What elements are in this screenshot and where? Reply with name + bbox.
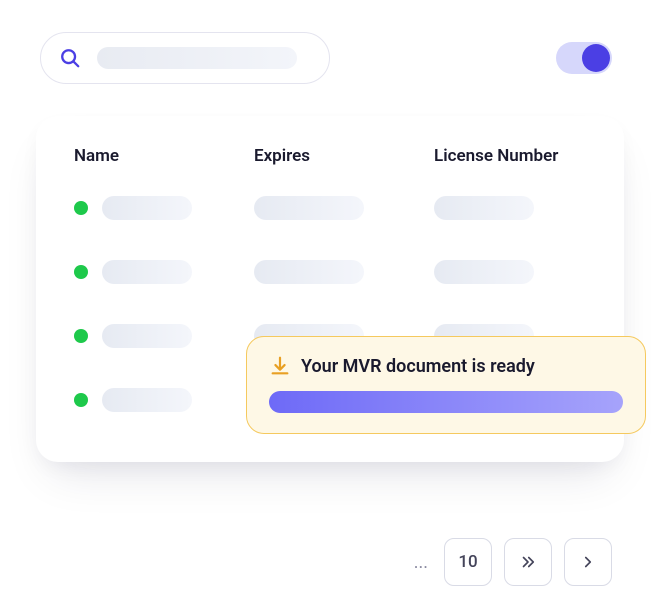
cell-name-placeholder (102, 260, 192, 284)
status-dot (74, 393, 88, 407)
chevron-right-icon (579, 553, 597, 571)
status-dot (74, 265, 88, 279)
table-row[interactable] (68, 176, 592, 240)
search-input[interactable] (40, 32, 330, 84)
table-row[interactable] (68, 240, 592, 304)
cell-name-placeholder (102, 324, 192, 348)
cell-expires-placeholder (254, 260, 364, 284)
cell-expires-placeholder (254, 196, 364, 220)
status-dot (74, 329, 88, 343)
cell-license-placeholder (434, 196, 534, 220)
cell-license-placeholder (434, 260, 534, 284)
download-toast[interactable]: Your MVR document is ready (246, 336, 646, 434)
column-header-name: Name (74, 146, 254, 166)
search-icon (59, 47, 81, 69)
pagination: ... 10 (414, 538, 612, 586)
column-header-license: License Number (434, 146, 586, 166)
progress-bar (269, 391, 623, 413)
column-header-expires: Expires (254, 146, 434, 166)
page-fast-forward-button[interactable] (504, 538, 552, 586)
toast-title: Your MVR document is ready (301, 356, 535, 377)
page-number-button[interactable]: 10 (444, 538, 492, 586)
download-icon (269, 355, 291, 377)
pagination-ellipsis: ... (414, 552, 428, 573)
toggle-knob (582, 44, 610, 72)
status-dot (74, 201, 88, 215)
page-next-button[interactable] (564, 538, 612, 586)
search-placeholder (97, 47, 297, 69)
cell-name-placeholder (102, 196, 192, 220)
cell-name-placeholder (102, 388, 192, 412)
header-row (0, 0, 660, 84)
table-header: Name Expires License Number (68, 146, 592, 176)
toggle-switch[interactable] (556, 42, 612, 74)
double-chevron-right-icon (519, 553, 537, 571)
